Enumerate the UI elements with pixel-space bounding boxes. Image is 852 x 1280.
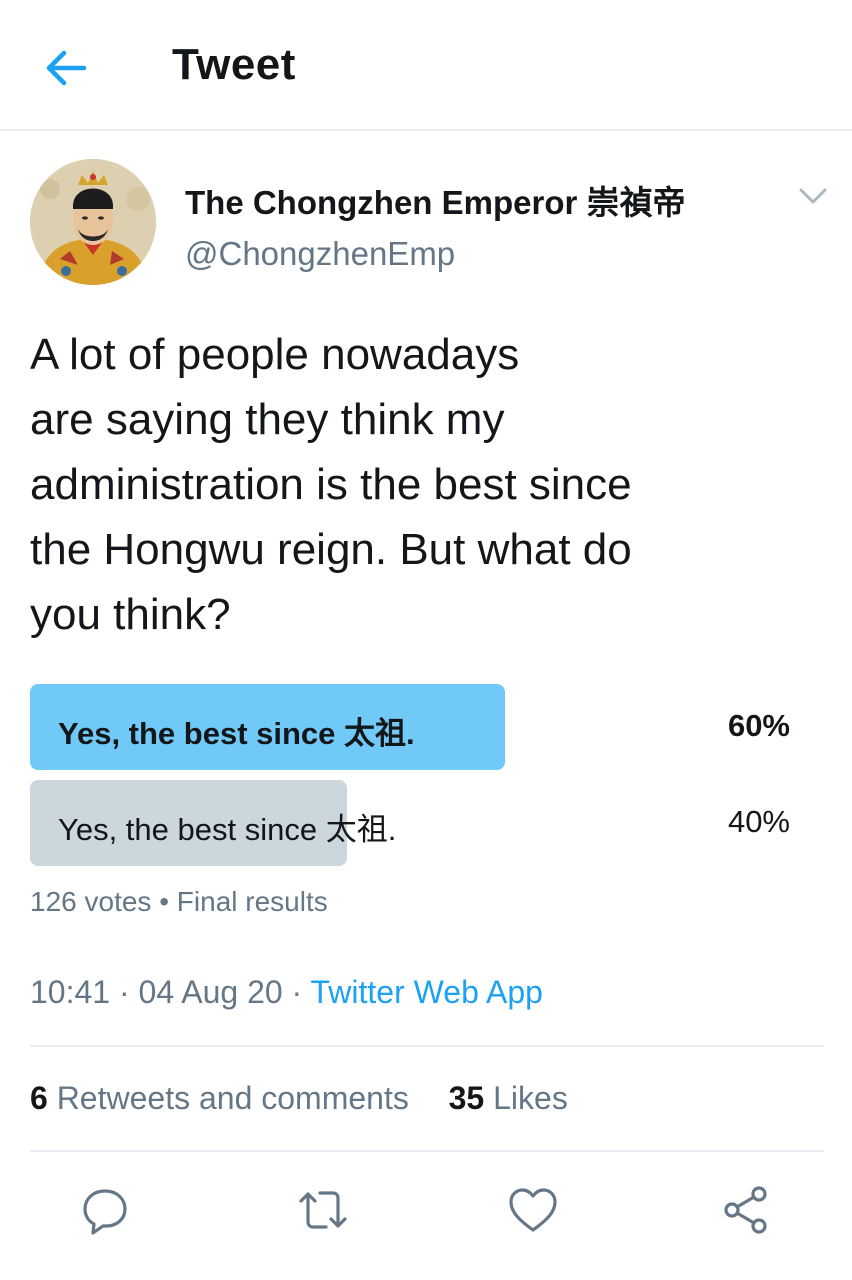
poll-option-label: Yes, the best since 太祖. [58,812,397,847]
back-button[interactable] [40,44,92,92]
tweet-text-line: are saying they think my [30,395,505,444]
share-icon [724,1186,767,1234]
arrow-left-icon [46,50,87,86]
poll-option-label: Yes, the best since 太祖. [58,716,415,751]
more-options-button[interactable] [795,182,831,210]
poll-option-percent: 60% [727,708,790,743]
author-handle[interactable]: @ChongzhenEmp [185,235,455,273]
likes-count: 35 [448,1080,485,1116]
author-name[interactable]: The Chongzhen Emperor 崇禎帝 [185,176,686,224]
retweet-icon [299,1191,347,1229]
heart-icon [509,1188,557,1232]
tweet-time: 10:41 [30,974,111,1010]
tweet-text-line: administration is the best since [30,460,632,509]
chevron-down-icon [799,188,827,204]
tweet-text-line: you think? [30,590,231,639]
likes-stat[interactable]: 35 Likes [449,1080,568,1116]
poll-vote-count: 126 votes [30,886,152,917]
retweet-button[interactable] [295,1182,351,1238]
reply-button[interactable] [77,1182,133,1238]
share-button[interactable] [718,1182,774,1238]
tweet-text: A lot of people nowadays are saying they… [30,322,820,647]
emperor-portrait-image [30,159,156,285]
divider [30,1150,824,1152]
engagement-stats: 6 Retweets and comments 35 Likes [30,1080,568,1117]
page-title: Tweet [172,40,296,89]
poll-option-1: Yes, the best since 太祖. 60% [30,684,820,770]
reply-icon [83,1189,127,1235]
likes-label: Likes [493,1080,568,1116]
like-button[interactable] [505,1182,561,1238]
avatar[interactable] [30,159,156,285]
tweet-date: 04 Aug 20 [138,974,283,1010]
tweet-text-line: the Hongwu reign. But what do [30,525,632,574]
poll-summary: 126 votes • Final results [30,886,328,918]
tweet-metadata: 10:41 · 04 Aug 20 · Twitter Web App [30,974,543,1011]
retweets-stat[interactable]: 6 Retweets and comments [30,1080,409,1116]
meta-separator: · [291,974,303,1010]
tweet-text-line: A lot of people nowadays [30,330,520,379]
retweets-count: 6 [30,1080,48,1116]
poll-option-percent: 40% [727,804,790,839]
poll-option-2: Yes, the best since 太祖. 40% [30,780,820,866]
poll-separator: • [159,886,170,917]
divider [30,1045,824,1047]
top-app-bar: Tweet [0,0,852,131]
poll-status: Final results [176,886,328,917]
tweet-source-link[interactable]: Twitter Web App [311,974,543,1010]
retweets-label: Retweets and comments [56,1080,409,1116]
meta-separator: · [118,974,130,1010]
